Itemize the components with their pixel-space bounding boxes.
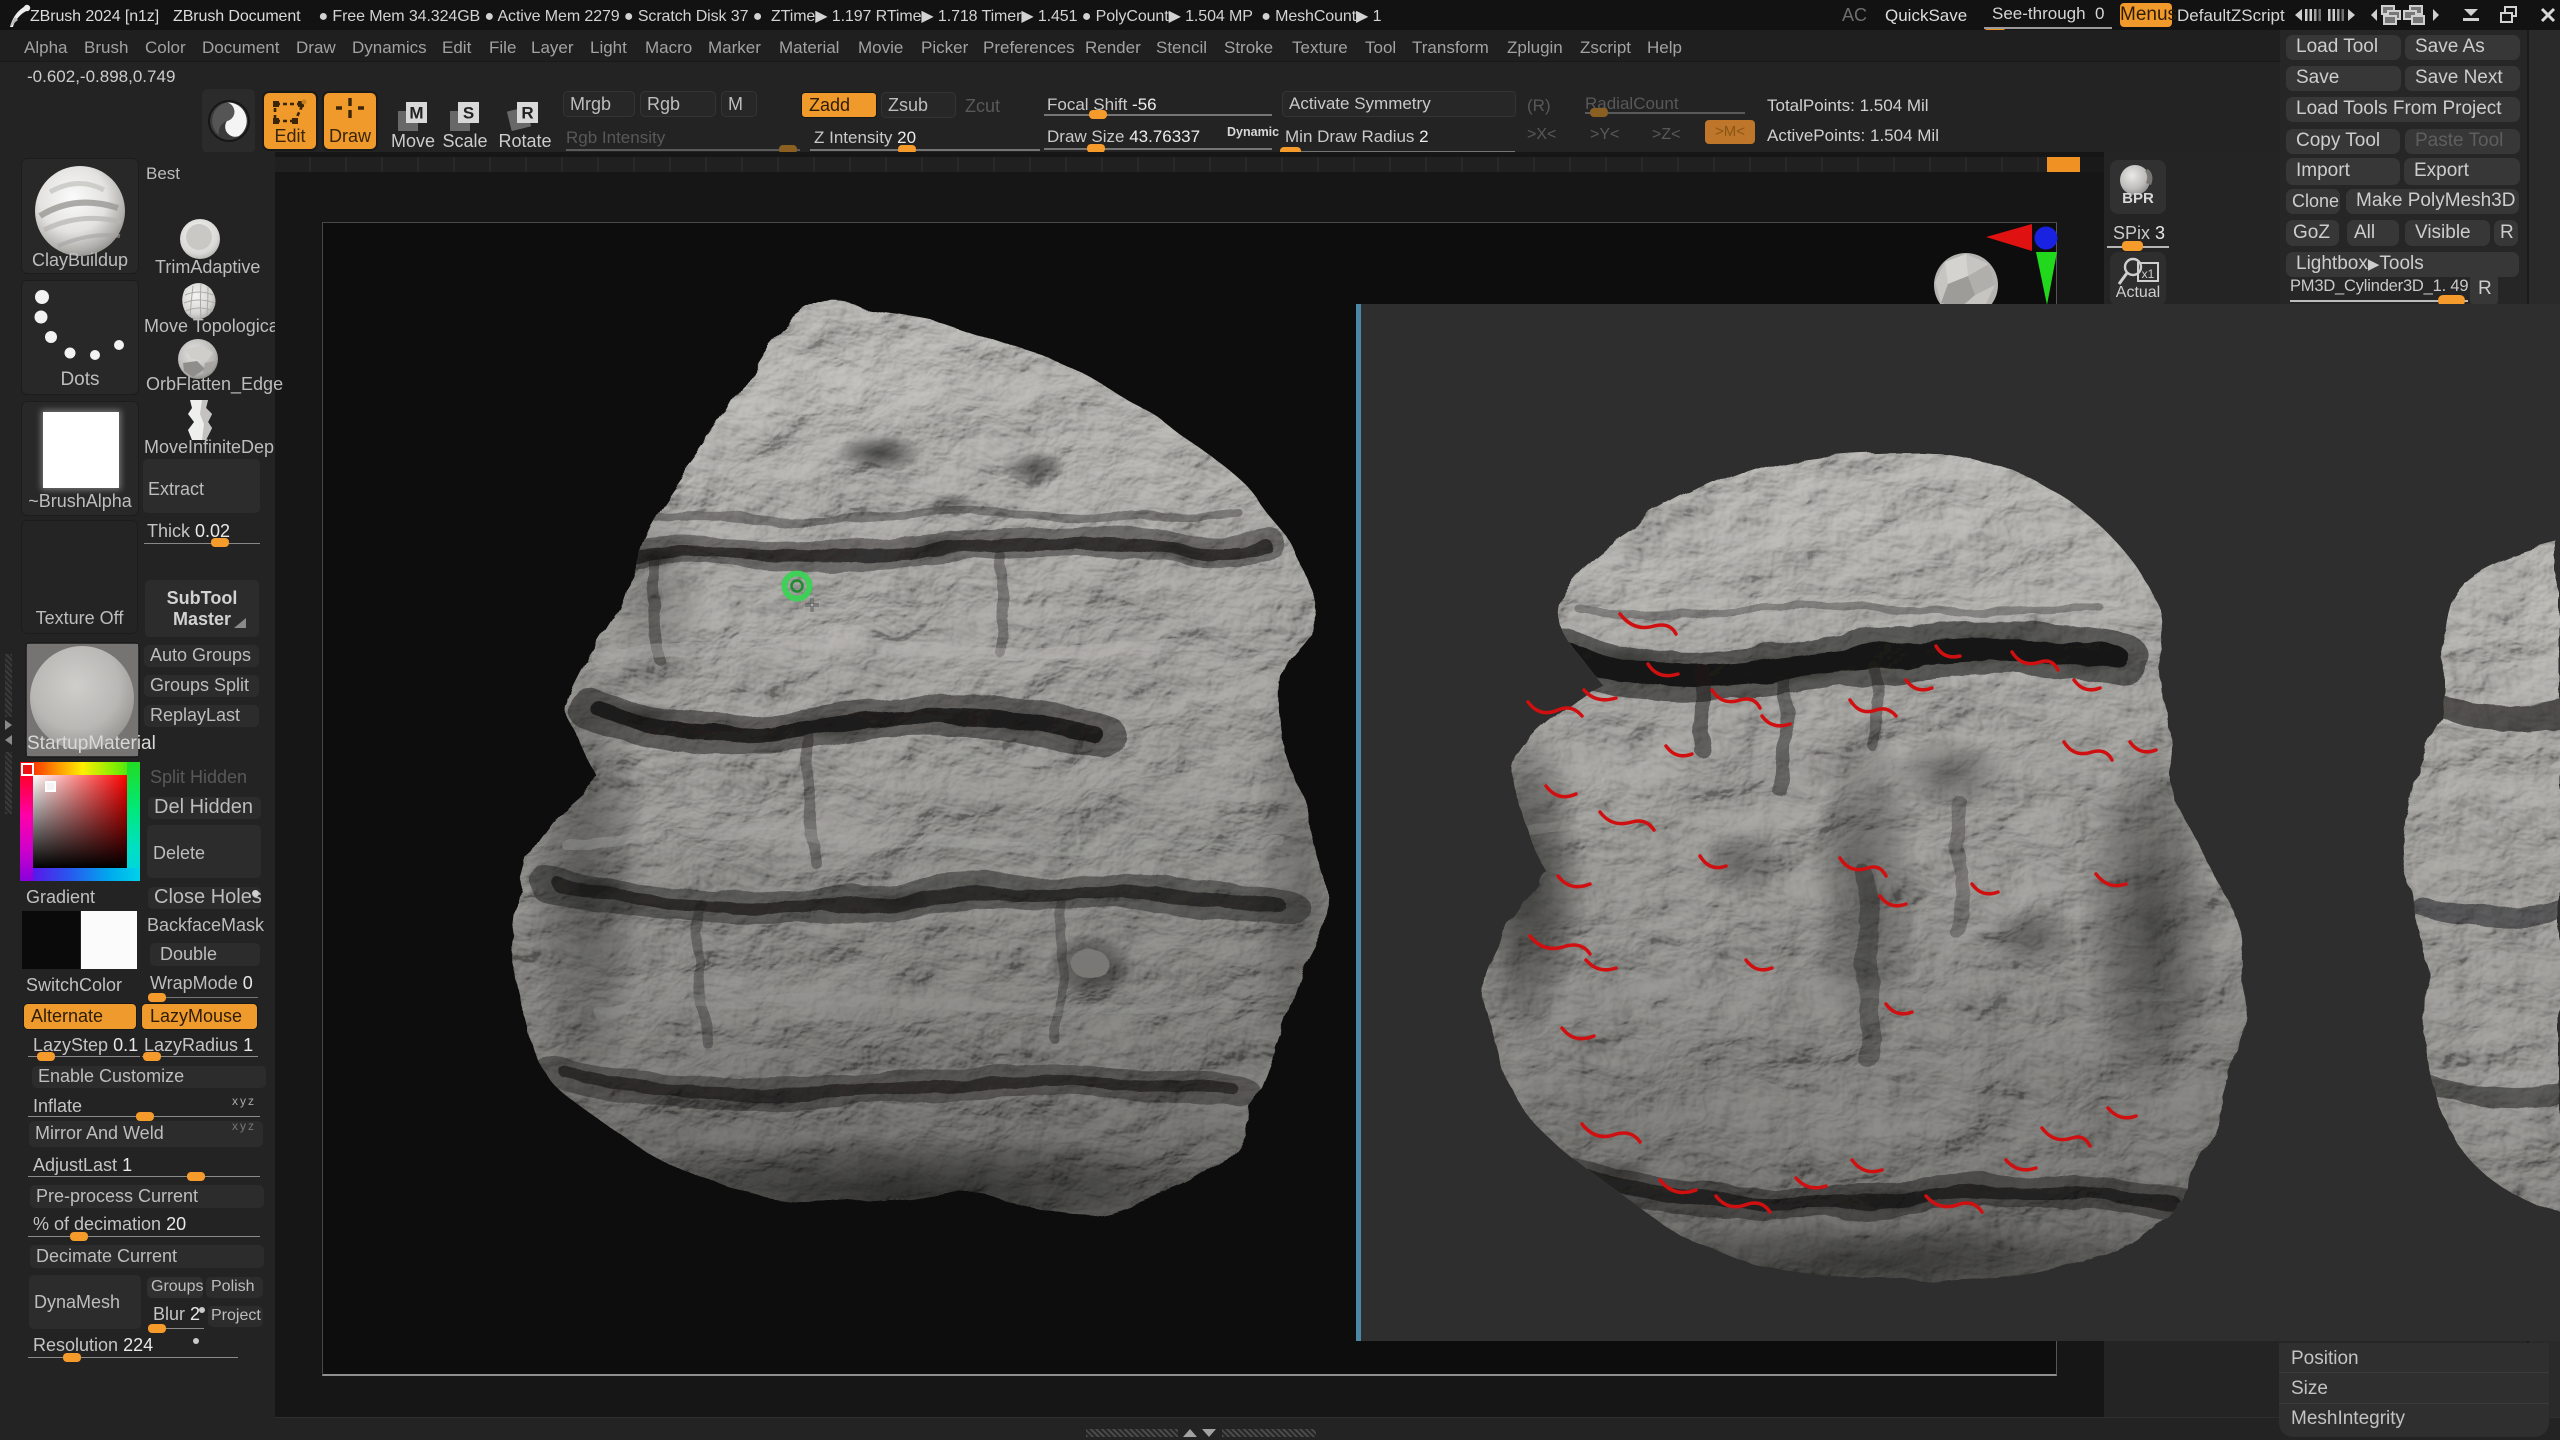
svg-text:x1: x1 <box>2142 267 2155 281</box>
